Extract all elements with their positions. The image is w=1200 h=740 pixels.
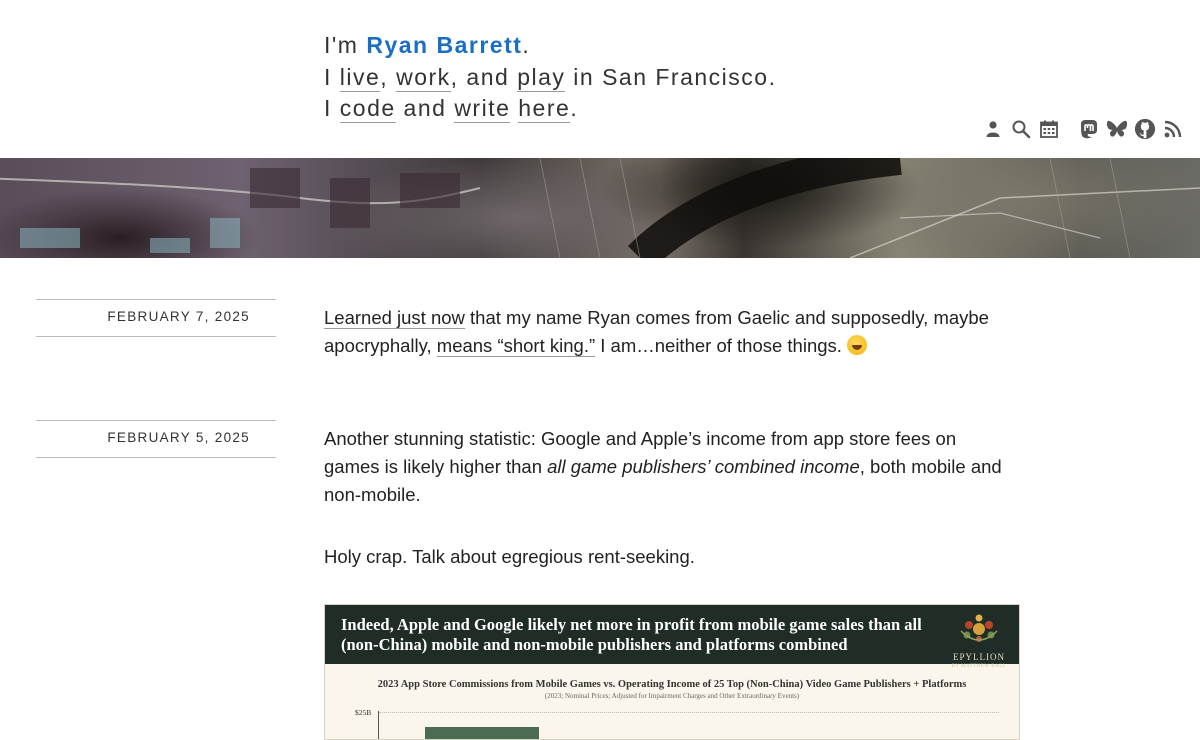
post-body: Learned just now that my name Ryan comes… [324,304,1004,394]
chart-subtitle-note: (2023; Nominal Prices; Adjusted for Impa… [544,692,800,700]
chart-subtitle: 2023 App Store Commissions from Mobile G… [377,679,967,690]
intro-line-2: I live, work, and play in San Francisco. [324,62,776,94]
github-icon[interactable] [1134,118,1156,140]
rss-icon[interactable] [1162,118,1184,140]
author-name-link[interactable]: Ryan Barrett [366,32,522,58]
calendar-icon[interactable] [1038,118,1060,140]
post-link[interactable]: Learned just now [324,307,465,329]
chart-headline: Indeed, Apple and Google likely net more… [341,615,922,654]
flower-logo-icon [960,614,998,642]
work-link[interactable]: work [396,63,451,92]
intro-line-3: I code and write here. [324,93,776,125]
play-link[interactable]: play [517,63,566,92]
logo-byline: BY MATTHEW BALL [951,664,1007,669]
intro-text: . [522,32,531,58]
intro-text: , and [450,63,518,90]
post-paragraph: Holy crap. Talk about egregious rent-see… [324,546,695,567]
chart-bar [425,727,539,739]
post-date: FEBRUARY 5, 2025 [36,420,276,458]
intro-text: I [324,63,340,90]
header-icon-bar [982,118,1184,140]
site-intro: I'm Ryan Barrett. I live, work, and play… [324,30,776,125]
intro-text: and [395,95,455,121]
chart-gridline [379,712,999,713]
here-link[interactable]: here [518,95,571,123]
intro-text: I'm [324,32,367,58]
bluesky-icon[interactable] [1106,118,1128,140]
intro-text: , [380,63,397,90]
intro-text: in San Francisco. [565,63,777,90]
post-text: I am…neither of those things. [595,335,848,356]
person-icon[interactable] [982,118,1004,140]
intro-text: . [570,95,579,121]
chart-y-tick: $25B [355,708,372,717]
search-icon[interactable] [1010,118,1032,140]
write-link[interactable]: write [454,95,511,123]
intro-line-1: I'm Ryan Barrett. [324,30,776,62]
post-date: FEBRUARY 7, 2025 [36,299,276,337]
post-body: Another stunning statistic: Google and A… [324,425,1004,605]
post-paragraph: Learned just now that my name Ryan comes… [324,304,1004,360]
post-link[interactable]: means “short king.” [436,335,596,357]
chart-y-axis [378,711,379,739]
mastodon-icon[interactable] [1078,118,1100,140]
live-link[interactable]: live [339,63,381,92]
chart-header: Indeed, Apple and Google likely net more… [325,605,1019,669]
epyllion-logo: EPYLLION BY MATTHEW BALL [951,609,1007,669]
post-paragraph: Another stunning statistic: Google and A… [324,425,1004,509]
header-banner-image [0,158,1200,258]
post-chart-image[interactable]: Indeed, Apple and Google likely net more… [324,604,1020,740]
intro-text: I [324,95,340,121]
post-emphasis: all game publishers’ combined income [547,456,860,477]
code-link[interactable]: code [339,95,396,123]
grinning-squinting-emoji-icon [847,335,868,355]
